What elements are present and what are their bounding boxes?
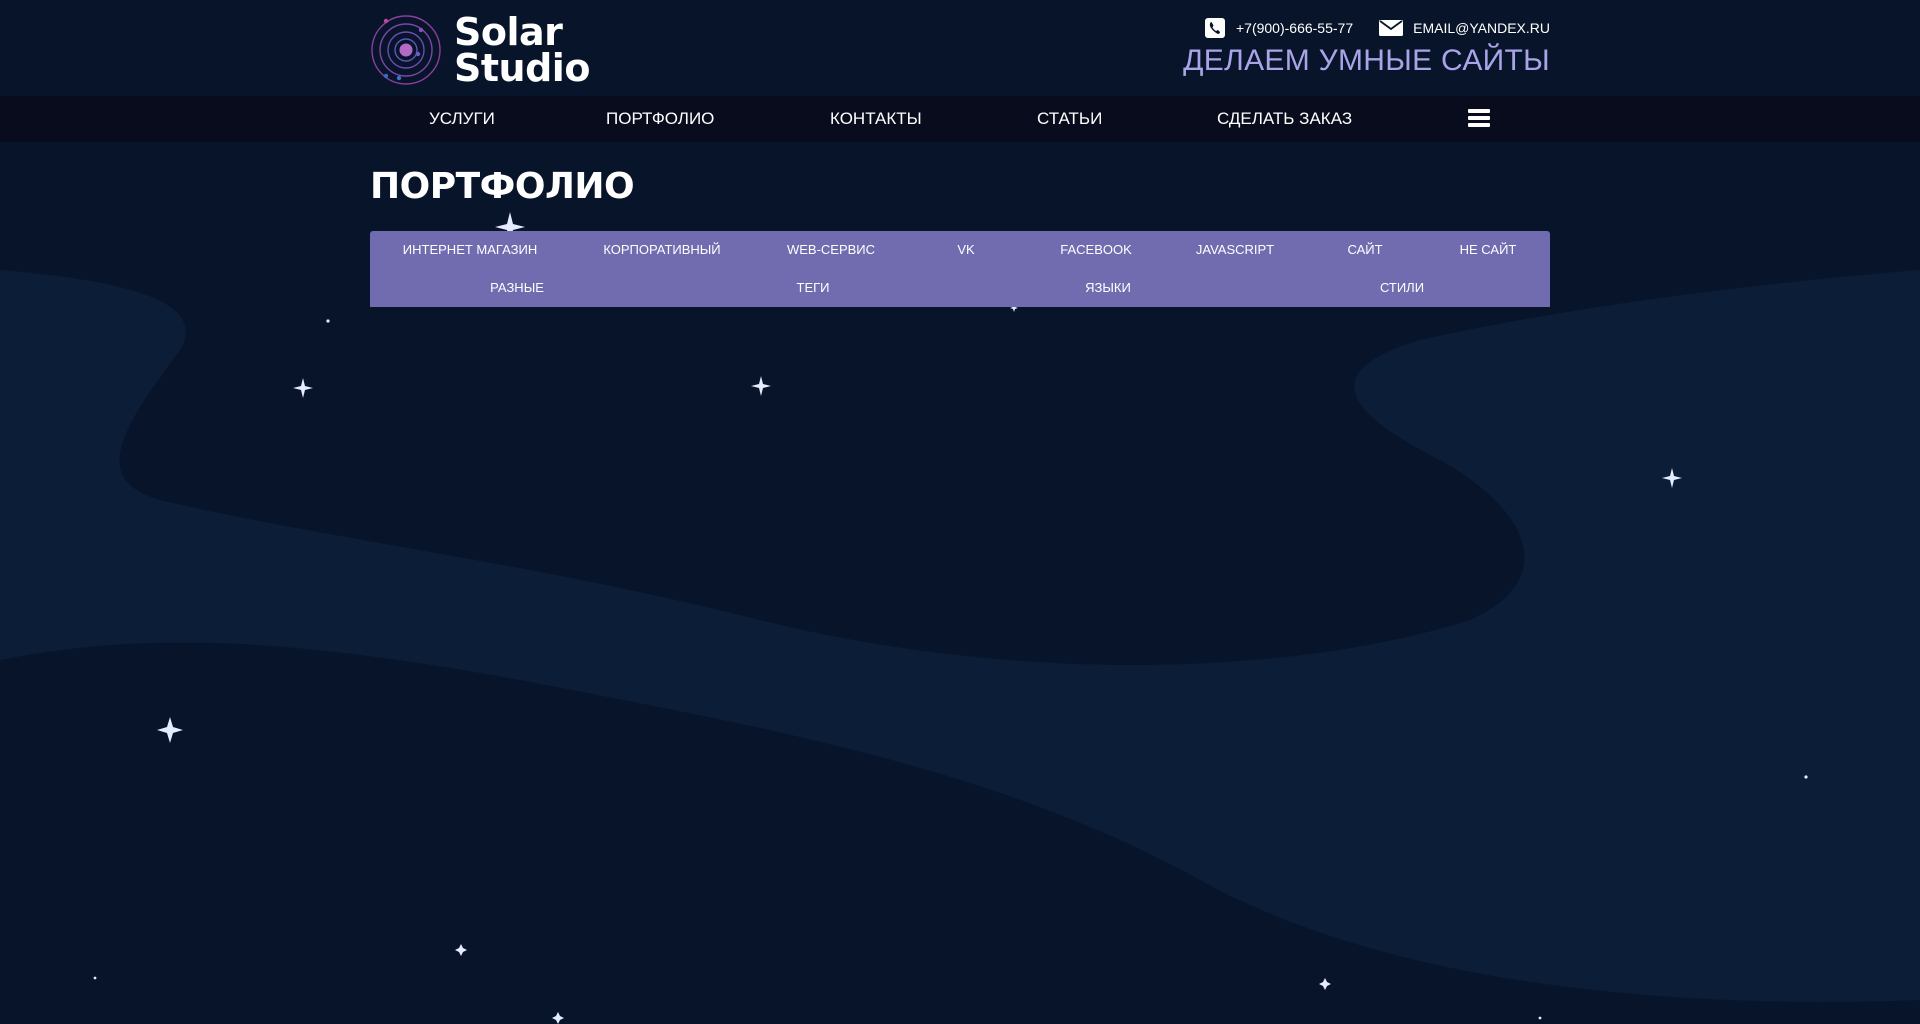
phone-number: +7(900)-666-55-77	[1235, 20, 1354, 36]
contact-bar: +7(900)-666-55-77 EMAIL@YANDEX.RU	[1178, 18, 1550, 38]
tagline: ДЕЛАЕМ УМНЫЕ САЙТЫ	[1183, 44, 1550, 77]
nav-item-services[interactable]: УСЛУГИ	[429, 96, 495, 142]
phone-contact[interactable]: +7(900)-666-55-77	[1204, 18, 1353, 38]
filter-facebook[interactable]: FACEBOOK	[1060, 242, 1132, 257]
filter-web-service[interactable]: WEB-СЕРВИС	[787, 242, 875, 257]
nav-item-articles[interactable]: СТАТЬИ	[1037, 96, 1102, 142]
portfolio-filter-panel: ИНТЕРНЕТ МАГАЗИН КОРПОРАТИВНЫЙ WEB-СЕРВИ…	[370, 231, 1550, 307]
filter-corporate[interactable]: КОРПОРАТИВНЫЙ	[603, 242, 720, 257]
email-contact[interactable]: EMAIL@YANDEX.RU	[1379, 18, 1550, 38]
nav-item-order[interactable]: СДЕЛАТЬ ЗАКАЗ	[1217, 96, 1352, 142]
filter-tags[interactable]: ТЕГИ	[797, 280, 830, 295]
filter-not-site[interactable]: НЕ САЙТ	[1460, 242, 1517, 257]
filter-misc[interactable]: РАЗНЫЕ	[490, 280, 544, 295]
brand-name-line1: Solar	[454, 10, 563, 54]
star	[93, 976, 97, 980]
filter-site[interactable]: САЙТ	[1347, 242, 1382, 257]
email-address: EMAIL@YANDEX.RU	[1413, 20, 1550, 36]
orbit-logo-icon	[371, 15, 441, 85]
filter-online-store[interactable]: ИНТЕРНЕТ МАГАЗИН	[403, 242, 537, 257]
nav-item-portfolio[interactable]: ПОРТФОЛИО	[606, 96, 714, 142]
star	[326, 319, 330, 323]
envelope-icon	[1379, 20, 1404, 36]
nav-list: УСЛУГИ ПОРТФОЛИО КОНТАКТЫ СТАТЬИ СДЕЛАТЬ…	[370, 96, 1550, 142]
main-content: ПОРТФОЛИО ИНТЕРНЕТ МАГАЗИН КОРПОРАТИВНЫЙ…	[0, 142, 1920, 307]
phone-icon	[1204, 18, 1225, 38]
hamburger-menu-icon[interactable]	[1468, 109, 1490, 128]
filter-vk[interactable]: VK	[957, 242, 974, 257]
site-header: Solar Studio +7(900)-666-55-77 EMAIL@YAN…	[0, 0, 1920, 96]
filter-javascript[interactable]: JAVASCRIPT	[1196, 242, 1274, 257]
filter-languages[interactable]: ЯЗЫКИ	[1085, 280, 1131, 295]
brand-name-line2: Studio	[454, 46, 590, 90]
logo[interactable]: Solar Studio	[370, 10, 590, 90]
filter-styles[interactable]: СТИЛИ	[1380, 280, 1424, 295]
page: Solar Studio +7(900)-666-55-77 EMAIL@YAN…	[0, 0, 1920, 1024]
page-title: ПОРТФОЛИО	[370, 166, 635, 207]
main-nav: УСЛУГИ ПОРТФОЛИО КОНТАКТЫ СТАТЬИ СДЕЛАТЬ…	[0, 96, 1920, 142]
nav-item-contacts[interactable]: КОНТАКТЫ	[830, 96, 922, 142]
star	[1538, 1016, 1542, 1020]
star	[1804, 775, 1808, 779]
brand-name: Solar Studio	[454, 10, 590, 90]
